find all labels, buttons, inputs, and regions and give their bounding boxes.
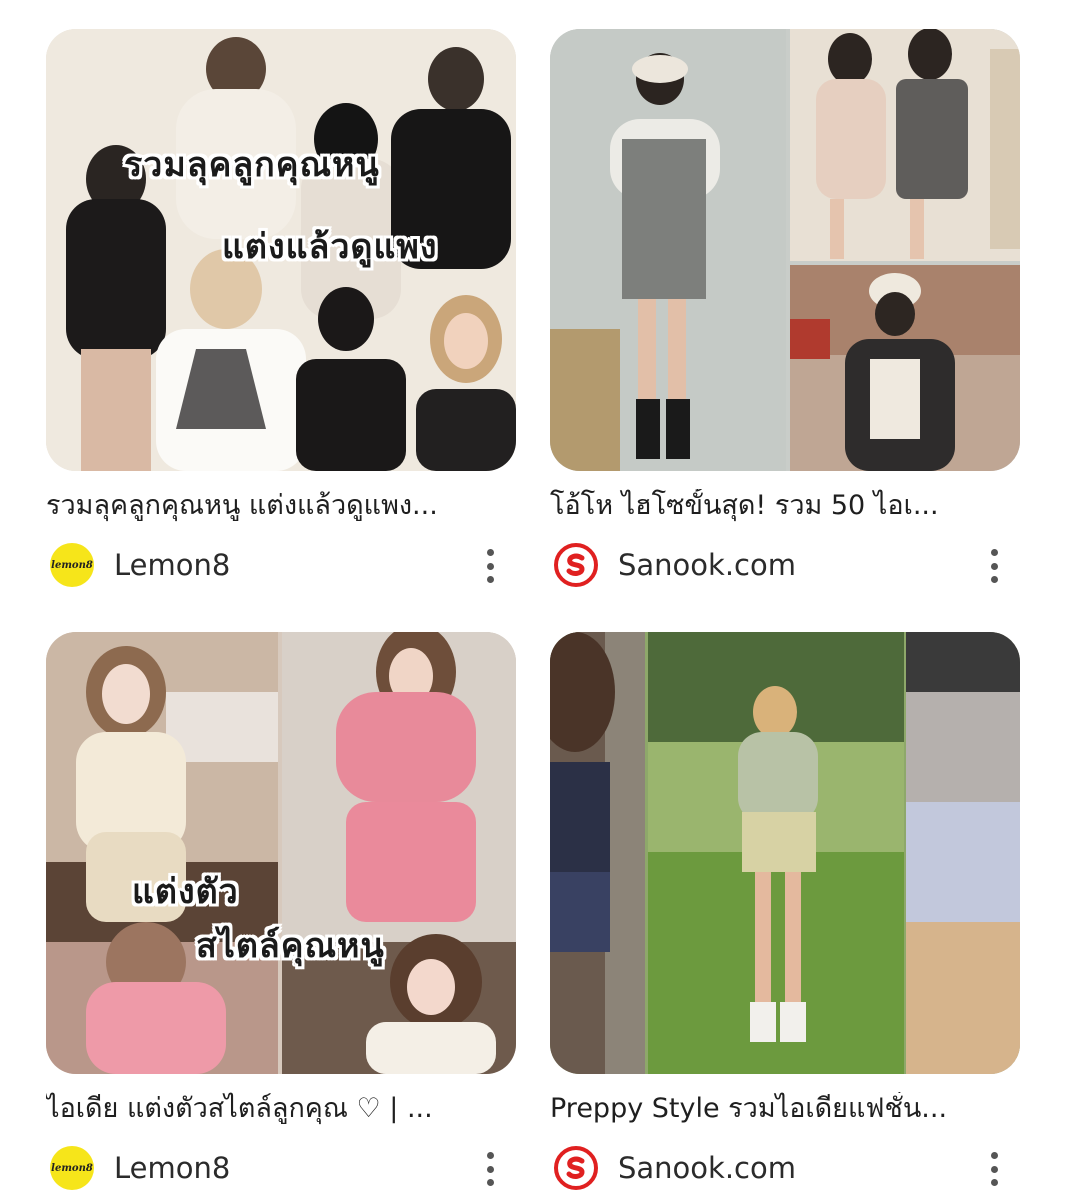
result-thumbnail-1[interactable]: รวมลุคลูกคุณหนู แต่งแล้วดูแพง	[46, 29, 516, 471]
result-source-row-4: Sanook.com	[550, 1146, 1020, 1190]
thumbnail-image	[550, 29, 1020, 471]
lemon8-logo-icon: lemon8	[50, 543, 94, 587]
thumbnail-image	[550, 632, 1020, 1074]
thumbnail-overlay-line2: แต่งแล้วดูแพง	[222, 227, 438, 267]
result-thumbnail-2[interactable]	[550, 29, 1020, 471]
more-options-icon[interactable]	[478, 549, 502, 583]
result-source-row-1: lemon8 Lemon8	[46, 543, 516, 587]
result-source-name-2[interactable]: Sanook.com	[618, 548, 796, 582]
result-thumbnail-4[interactable]	[550, 632, 1020, 1074]
result-card-1[interactable]: รวมลุคลูกคุณหนู แต่งแล้วดูแพง รวมลุคลูกค…	[46, 29, 516, 587]
more-options-icon[interactable]	[478, 1152, 502, 1186]
result-title-3[interactable]: ไอเดีย แต่งตัวสไตล์ลูกคุณ ♡ | ...	[46, 1092, 506, 1126]
thumbnail-overlay-line2: สไตล์คุณหนู	[196, 926, 385, 966]
lemon8-logo-icon: lemon8	[50, 1146, 94, 1190]
lemon8-logo-text: lemon8	[51, 559, 93, 571]
lemon8-logo-text: lemon8	[51, 1162, 93, 1174]
image-results-grid: รวมลุคลูกคุณหนู แต่งแล้วดูแพง รวมลุคลูกค…	[0, 0, 1066, 1200]
result-card-2[interactable]: โอ้โห ไฮโซขั้นสุด! รวม 50 ไอเ... Sanook.…	[550, 29, 1020, 587]
more-options-icon[interactable]	[982, 1152, 1006, 1186]
result-source-row-3: lemon8 Lemon8	[46, 1146, 516, 1190]
result-title-4[interactable]: Preppy Style รวมไอเดียแฟชั่น...	[550, 1092, 1010, 1126]
thumbnail-overlay-line1: แต่งตัว	[132, 872, 239, 912]
result-source-name-1[interactable]: Lemon8	[114, 548, 230, 582]
result-thumbnail-3[interactable]: แต่งตัว สไตล์คุณหนู	[46, 632, 516, 1074]
result-title-2[interactable]: โอ้โห ไฮโซขั้นสุด! รวม 50 ไอเ...	[550, 489, 1010, 523]
more-options-icon[interactable]	[982, 549, 1006, 583]
thumbnail-overlay-line1: รวมลุคลูกคุณหนู	[124, 145, 380, 185]
result-card-4[interactable]: Preppy Style รวมไอเดียแฟชั่น... Sanook.c…	[550, 632, 1020, 1190]
sanook-logo-icon	[554, 1146, 598, 1190]
result-source-name-3[interactable]: Lemon8	[114, 1151, 230, 1185]
result-source-row-2: Sanook.com	[550, 543, 1020, 587]
result-card-3[interactable]: แต่งตัว สไตล์คุณหนู ไอเดีย แต่งตัวสไตล์ล…	[46, 632, 516, 1190]
thumbnail-image	[46, 632, 516, 1074]
sanook-logo-icon	[554, 543, 598, 587]
result-title-1[interactable]: รวมลุคลูกคุณหนู แต่งแล้วดูแพง...	[46, 489, 506, 523]
result-source-name-4[interactable]: Sanook.com	[618, 1151, 796, 1185]
